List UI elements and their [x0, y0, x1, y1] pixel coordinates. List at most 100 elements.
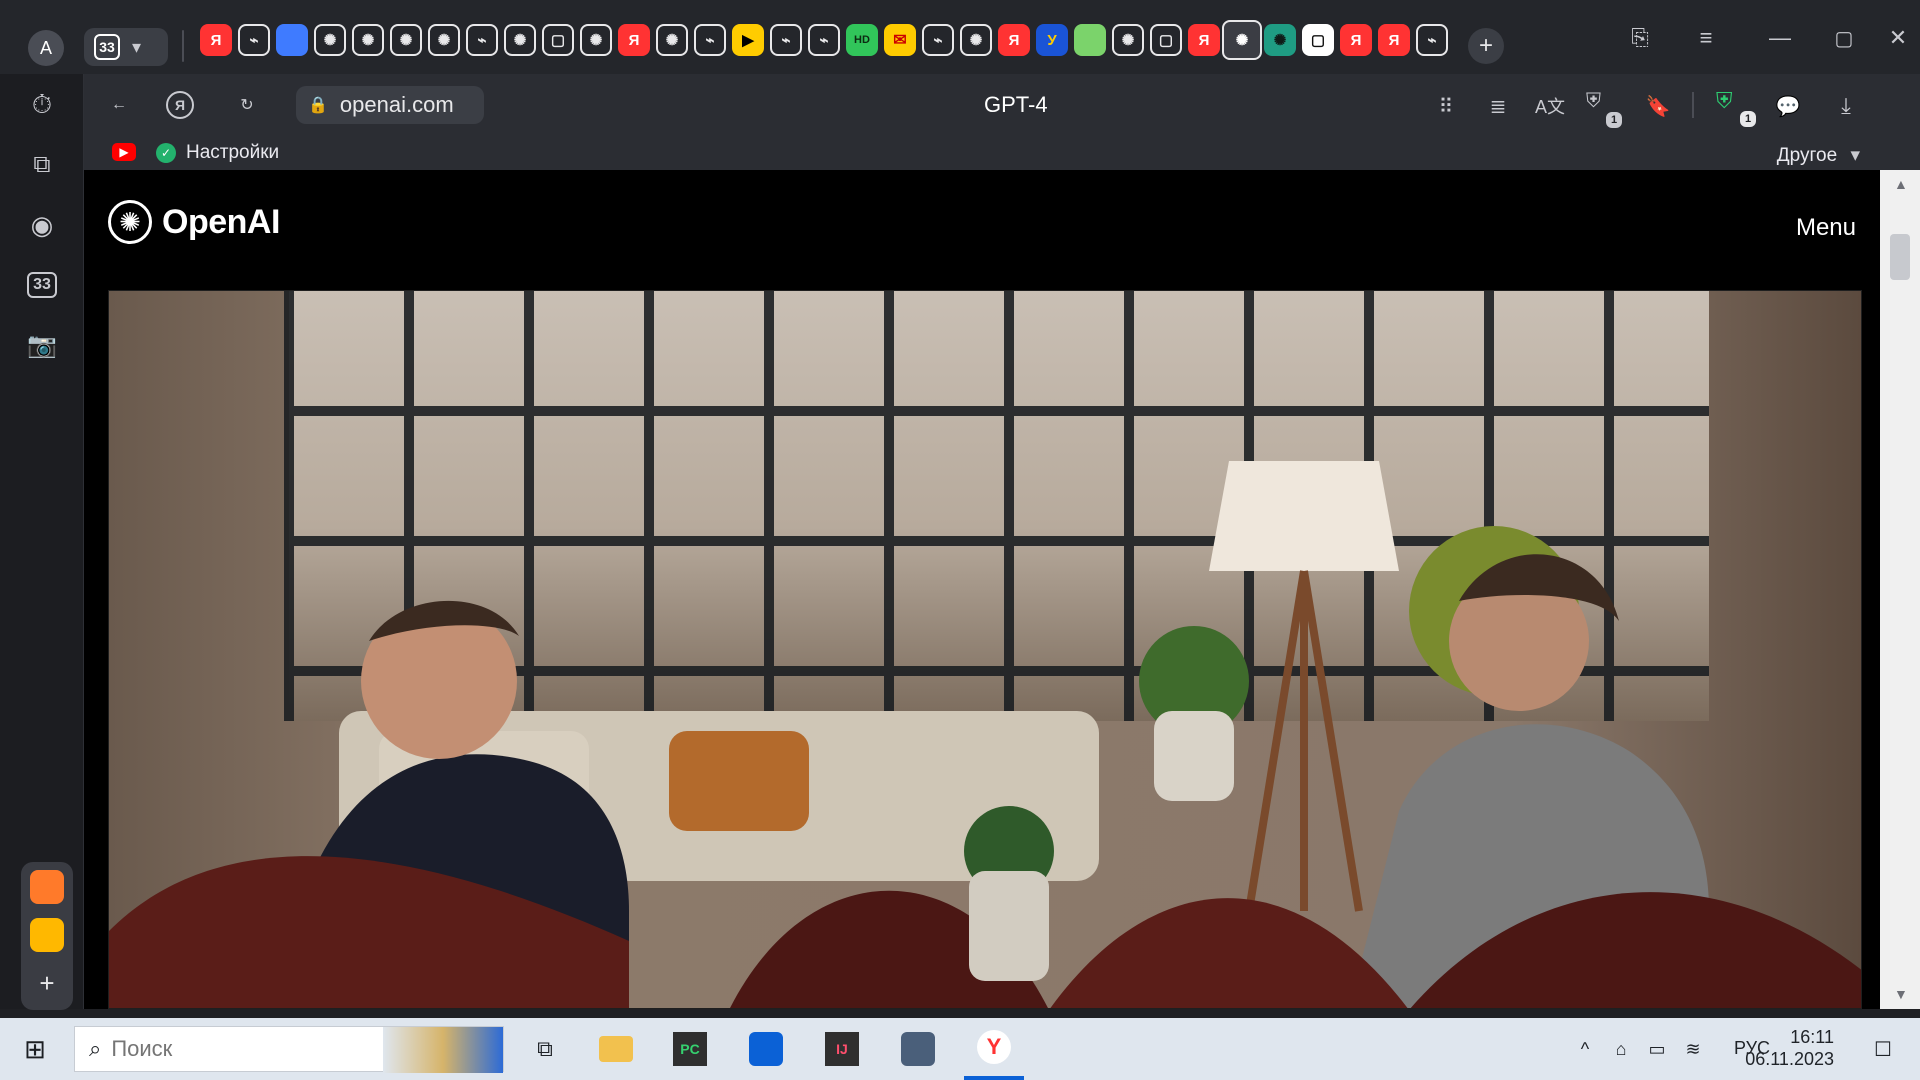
taskbar-search-input[interactable]: [111, 1036, 412, 1062]
tab-active-openai[interactable]: ✺: [1222, 20, 1262, 60]
reader-icon[interactable]: ≣: [1482, 90, 1514, 122]
camera-icon: 📷: [27, 331, 57, 359]
vertical-scrollbar[interactable]: ▲ ▼: [1880, 170, 1920, 1009]
lock-icon: 🔒: [308, 97, 328, 114]
task-view-icon: ⧉: [537, 1036, 553, 1061]
virtual-box[interactable]: [888, 1018, 948, 1080]
intellij[interactable]: IJ: [812, 1018, 872, 1080]
download-icon[interactable]: ⤓: [1830, 90, 1862, 122]
hero-media[interactable]: [108, 290, 1862, 1009]
youtube-icon: ▶: [112, 143, 136, 161]
tab-openai[interactable]: ✺: [960, 24, 992, 56]
tab-yandex[interactable]: Я: [1378, 24, 1410, 56]
tab-green[interactable]: [1074, 24, 1106, 56]
refresh-button[interactable]: ↻: [230, 88, 264, 122]
tab-count-badge: 33: [94, 34, 120, 60]
app-orange[interactable]: [30, 870, 64, 904]
wifi-icon[interactable]: ≋: [1680, 1036, 1706, 1062]
close-icon[interactable]: ✕: [1878, 18, 1918, 58]
tab-document[interactable]: ▢: [1302, 24, 1334, 56]
other-bookmarks[interactable]: Другое ▾: [1777, 144, 1860, 167]
notifications-icon[interactable]: ☐: [1866, 1036, 1900, 1062]
tab-count-button[interactable]: 33 ▾: [84, 28, 168, 66]
yandex-button[interactable]: Я: [166, 91, 194, 119]
tab-github[interactable]: ⌁: [770, 24, 802, 56]
tab-github[interactable]: ⌁: [1416, 24, 1448, 56]
site-menu[interactable]: Menu: [1796, 214, 1856, 242]
tab-openai[interactable]: ✺: [1112, 24, 1144, 56]
url-field[interactable]: 🔒 openai.com: [296, 86, 484, 124]
history-button[interactable]: ⏱: [21, 84, 63, 126]
divider: [1692, 92, 1694, 118]
taskbar-search[interactable]: ⌕: [74, 1026, 504, 1073]
tray-devices-icon[interactable]: ⌂: [1608, 1036, 1634, 1062]
tab-yandex-red[interactable]: Я: [618, 24, 650, 56]
tab-github[interactable]: ⌁: [466, 24, 498, 56]
tab-github[interactable]: ⌁: [808, 24, 840, 56]
tab-github[interactable]: ⌁: [922, 24, 954, 56]
tab-y-blue[interactable]: У: [1036, 24, 1068, 56]
menu-icon[interactable]: ≡: [1686, 18, 1726, 58]
bookmark-youtube[interactable]: ▶: [112, 143, 136, 161]
profile-avatar[interactable]: A: [28, 30, 64, 66]
tab-github[interactable]: ⌁: [694, 24, 726, 56]
battery-icon[interactable]: ▭: [1644, 1036, 1670, 1062]
scroll-thumb[interactable]: [1890, 234, 1910, 280]
stack-icon: ⧉: [33, 151, 51, 178]
app-mail[interactable]: [30, 918, 64, 952]
tab-document[interactable]: ▢: [1150, 24, 1182, 56]
tab-openai[interactable]: ✺: [580, 24, 612, 56]
pycharm-icon: PC: [673, 1032, 707, 1066]
scroll-up-icon[interactable]: ▲: [1894, 177, 1908, 191]
tab-document[interactable]: ▢: [542, 24, 574, 56]
clock-icon: ⏱: [31, 89, 53, 119]
pycharm[interactable]: PC: [660, 1018, 720, 1080]
tab-github[interactable]: ⌁: [238, 24, 270, 56]
maximize-icon[interactable]: ▢: [1824, 18, 1864, 58]
collections-icon[interactable]: ⎘: [1620, 18, 1660, 58]
tab-openai[interactable]: ✺: [504, 24, 536, 56]
clock[interactable]: 16:11 06.11.2023: [1714, 1026, 1834, 1070]
back-button[interactable]: ←: [102, 88, 136, 122]
tab-yandex[interactable]: Я: [1340, 24, 1372, 56]
bookmark-settings[interactable]: ✓ Настройки: [156, 142, 279, 164]
tray-chevron-icon[interactable]: ^: [1572, 1036, 1598, 1062]
start-button[interactable]: ⊞: [0, 1018, 70, 1080]
tab-play[interactable]: ▶: [732, 24, 764, 56]
task-view-button[interactable]: ⧉: [520, 1018, 570, 1080]
folder-icon: [599, 1036, 633, 1062]
bookmark-icon[interactable]: 🔖: [1642, 90, 1674, 122]
tabs-counter-button[interactable]: 33: [21, 264, 63, 306]
tab-yandex[interactable]: Я: [998, 24, 1030, 56]
tab-openai[interactable]: ✺: [656, 24, 688, 56]
new-tab-button[interactable]: +: [1468, 28, 1504, 64]
tab-openai[interactable]: ✺: [352, 24, 384, 56]
shield-icon[interactable]: ⛨ 1: [1716, 88, 1756, 127]
yandex-browser[interactable]: Y: [964, 1018, 1024, 1080]
openai-logo[interactable]: ✺ OpenAI: [108, 200, 280, 244]
vscode[interactable]: [736, 1018, 796, 1080]
tab-hd[interactable]: HD: [846, 24, 878, 56]
translate-icon[interactable]: A文: [1534, 90, 1566, 122]
collections-button[interactable]: ⧉: [21, 144, 63, 186]
security-icon[interactable]: ⛨ 1: [1586, 90, 1622, 128]
tab-yandex[interactable]: Я: [1188, 24, 1220, 56]
tab-app[interactable]: [276, 24, 308, 56]
media-button[interactable]: ◉: [21, 204, 63, 246]
tab-mail[interactable]: ✉: [884, 24, 916, 56]
minimize-icon[interactable]: —: [1760, 18, 1800, 58]
extensions-icon[interactable]: ⠿: [1430, 90, 1462, 122]
tab-openai[interactable]: ✺: [314, 24, 346, 56]
scroll-down-icon[interactable]: ▼: [1894, 987, 1908, 1001]
tab-chatgpt[interactable]: ✺: [1264, 24, 1296, 56]
tab-openai[interactable]: ✺: [390, 24, 422, 56]
screenshot-button[interactable]: 📷: [21, 324, 63, 366]
add-app-button[interactable]: +: [30, 966, 64, 1000]
dialogs-icon[interactable]: 💬: [1772, 90, 1804, 122]
file-explorer[interactable]: [586, 1018, 646, 1080]
shield-count: 1: [1744, 113, 1752, 125]
pinned-apps: +: [21, 862, 73, 1010]
web-page: ✺ OpenAI Menu: [84, 170, 1880, 1009]
tab-yandex[interactable]: Я: [200, 24, 232, 56]
tab-openai[interactable]: ✺: [428, 24, 460, 56]
